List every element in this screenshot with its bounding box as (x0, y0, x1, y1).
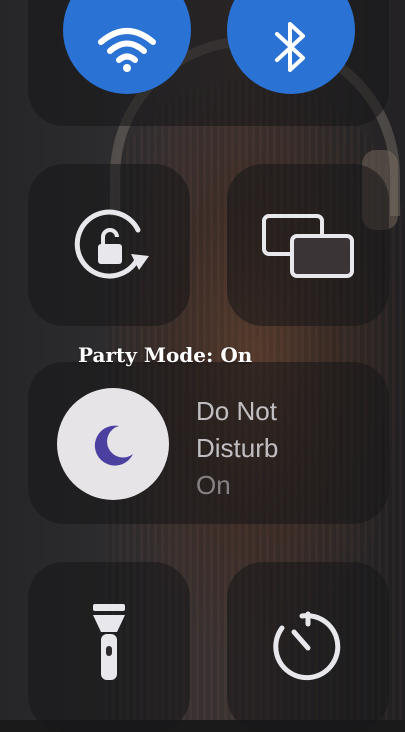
bluetooth-icon (275, 22, 305, 72)
rotation-lock-tile[interactable] (28, 164, 190, 326)
do-not-disturb-label: Do Not Disturb On (196, 393, 278, 504)
flashlight-icon (93, 604, 125, 680)
rotation-lock-icon (74, 209, 149, 279)
dnd-status: On (196, 470, 231, 500)
screen-mirroring-tile[interactable] (227, 164, 389, 326)
do-not-disturb-button[interactable] (57, 388, 169, 500)
wifi-icon (98, 28, 156, 72)
timer-tile[interactable] (227, 562, 389, 732)
screen-mirroring-icon (262, 214, 354, 278)
moon-icon (94, 425, 133, 466)
timer-icon (273, 611, 341, 681)
party-mode-overlay: Party Mode: On (78, 343, 253, 367)
flashlight-tile[interactable] (28, 562, 190, 732)
dnd-title-line1: Do Not (196, 396, 277, 426)
dnd-title-line2: Disturb (196, 433, 279, 463)
